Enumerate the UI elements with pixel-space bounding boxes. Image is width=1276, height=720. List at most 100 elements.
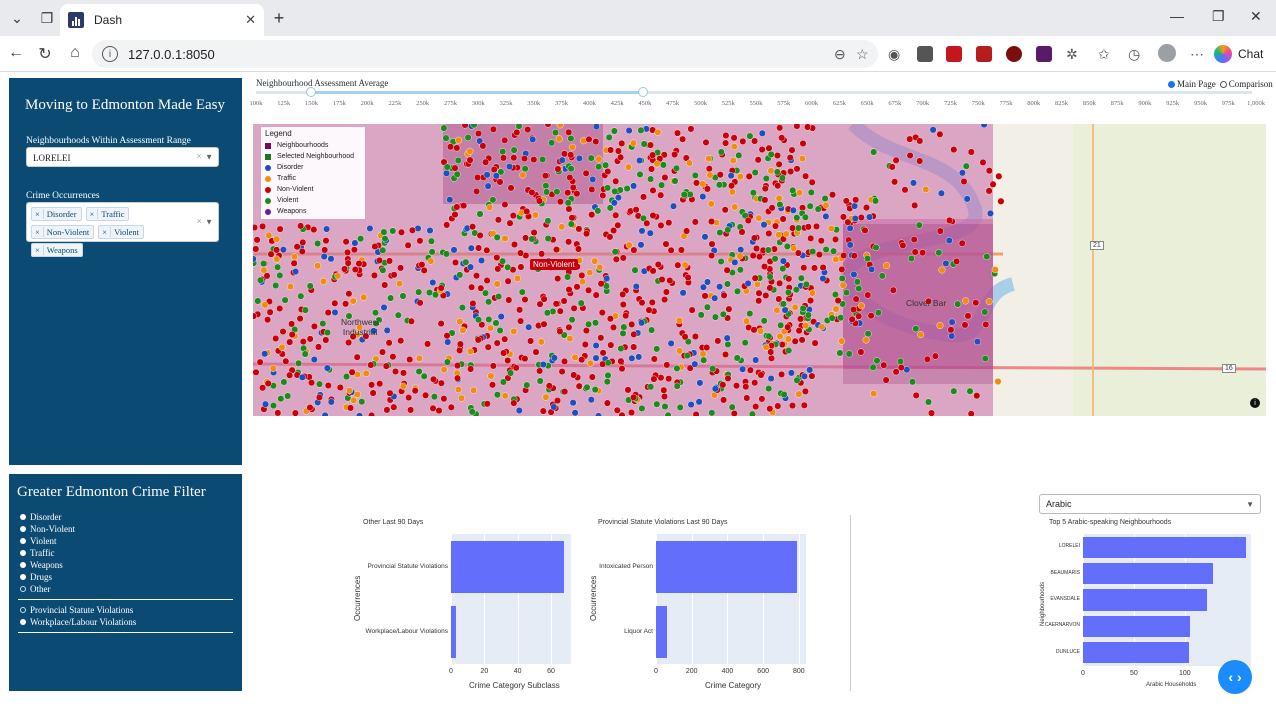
close-window-icon[interactable]: ✕ (1250, 8, 1262, 25)
crime-point (592, 319, 600, 327)
filter-option-drugs[interactable]: Drugs (20, 571, 242, 583)
filter-option-traffic[interactable]: Traffic (20, 547, 242, 559)
bar-intoxicated-person[interactable] (656, 540, 798, 593)
crime-point (538, 250, 546, 258)
crime-point (345, 290, 353, 298)
close-tab-icon[interactable]: ✕ (245, 12, 256, 28)
profile-avatar-icon[interactable] (1158, 44, 1176, 62)
browser-tab-dash[interactable]: Dash ✕ (60, 4, 264, 36)
crime-point (254, 297, 262, 305)
bar-beaumaris[interactable] (1083, 563, 1214, 585)
chart1-plot[interactable] (451, 534, 571, 664)
chart2-plot[interactable] (656, 534, 806, 664)
bar-caernarvon[interactable] (1083, 615, 1190, 637)
crime-point (688, 306, 696, 314)
copilot-chat-button[interactable]: Chat (1214, 42, 1263, 66)
crime-point (493, 391, 501, 399)
extensions-puzzle-icon[interactable]: ✲ (1066, 46, 1078, 63)
filter-option-disorder[interactable]: Disorder (20, 511, 242, 523)
crime-chip[interactable]: × Non-Violent (31, 225, 95, 239)
crime-chip[interactable]: × Violent (98, 225, 145, 239)
favorites-icon[interactable]: ✩ (1098, 46, 1110, 63)
filter-option-provincial-statute-violations[interactable]: Provincial Statute Violations (20, 604, 242, 616)
crime-point (610, 127, 618, 135)
crime-point (443, 163, 451, 171)
bar-workplace-labour-violations[interactable] (451, 605, 456, 658)
crime-point (558, 156, 566, 164)
restore-icon[interactable]: ❐ (1212, 8, 1225, 25)
crime-point (484, 182, 492, 190)
filter-option-non-violent[interactable]: Non-Violent (20, 523, 242, 535)
clear-icon[interactable]: × (196, 152, 202, 163)
bar-liquor-act[interactable] (656, 605, 667, 658)
crime-point (625, 241, 633, 249)
youtube-extension-icon[interactable] (946, 46, 962, 62)
extension-icon[interactable] (917, 46, 933, 62)
chart3-plot[interactable] (1083, 534, 1251, 666)
clear-all-icon[interactable]: × (196, 217, 202, 228)
filter-option-violent[interactable]: Violent (20, 535, 242, 547)
new-tab-icon[interactable]: + (266, 6, 292, 30)
crime-point (787, 168, 795, 176)
back-icon[interactable]: ← (5, 44, 27, 62)
chip-remove-icon[interactable]: × (87, 209, 99, 219)
crime-point (270, 402, 278, 410)
filter-option-workplace-labour-violations[interactable]: Workplace/Labour Violations (20, 616, 242, 628)
crime-chip[interactable]: × Weapons (31, 243, 83, 257)
history-icon[interactable]: ◷ (1128, 46, 1140, 63)
camera-icon[interactable]: ◉ (888, 46, 900, 63)
bar-provincial-statute-violations[interactable] (451, 540, 565, 593)
crime-point (982, 320, 990, 328)
tab-list-chevron-icon[interactable]: ⌄ (4, 6, 30, 30)
crime-map[interactable]: Legend Neighbourhoods Selected Neighbourh… (253, 124, 1266, 416)
ublock-icon[interactable] (1006, 46, 1022, 62)
chevron-down-icon[interactable]: ▼ (1246, 500, 1254, 509)
bar-dunluce[interactable] (1083, 642, 1189, 664)
code-toggle-button[interactable]: ‹ › (1218, 660, 1252, 694)
filter-option-weapons[interactable]: Weapons (20, 559, 242, 571)
chip-remove-icon[interactable]: × (99, 227, 112, 237)
main-page-radio[interactable] (1168, 80, 1175, 88)
crime-point (483, 171, 491, 179)
neighbourhood-dropdown[interactable]: LORELEI × ▼ (26, 147, 219, 167)
reload-icon[interactable]: ↻ (34, 44, 56, 64)
map-info-icon[interactable]: i (1250, 398, 1260, 408)
crime-point (575, 245, 583, 253)
crime-point (946, 216, 954, 224)
filter-option-other[interactable]: Other (20, 583, 242, 595)
chip-remove-icon[interactable]: × (32, 245, 44, 255)
crime-point (781, 306, 789, 314)
crime-point (427, 257, 435, 265)
crime-multiselect[interactable]: × Disorder × Traffic × Non-Violent × Violent × We… (26, 202, 219, 257)
crime-point (517, 249, 525, 257)
zoom-icon[interactable]: ⊖ (834, 46, 846, 63)
slider-handle-high[interactable] (638, 87, 648, 97)
home-icon[interactable]: ⌂ (64, 44, 86, 62)
bookmark-star-icon[interactable]: ☆ (856, 46, 869, 63)
bar-evansdale[interactable] (1083, 589, 1208, 611)
extension-red-icon[interactable] (976, 46, 992, 62)
slider-tick-label: 375k (555, 100, 569, 107)
slider-handle-low[interactable] (306, 87, 316, 97)
site-info-icon[interactable]: i (102, 46, 118, 62)
crime-point (587, 154, 595, 162)
language-dropdown[interactable]: Arabic ▼ (1039, 494, 1261, 514)
crime-point (817, 237, 825, 245)
extension-purple-icon[interactable] (1036, 46, 1052, 62)
crime-point (519, 171, 527, 179)
bar-lorelei[interactable] (1083, 536, 1246, 558)
minimize-icon[interactable]: — (1170, 8, 1184, 24)
crime-point (691, 171, 699, 179)
chevron-down-icon[interactable]: ▼ (205, 153, 213, 162)
chip-remove-icon[interactable]: × (32, 227, 44, 237)
crime-point (723, 266, 731, 274)
crime-chip[interactable]: × Traffic (85, 207, 130, 221)
comparison-radio[interactable] (1219, 80, 1227, 88)
crime-chip[interactable]: × Disorder (31, 207, 82, 221)
chevron-down-icon[interactable]: ▼ (205, 218, 213, 227)
workspaces-icon[interactable]: ❐ (34, 6, 60, 30)
omnibox[interactable]: i 127.0.0.1:8050 (92, 40, 878, 68)
crime-point (446, 143, 454, 151)
menu-dots-icon[interactable]: ⋯ (1190, 46, 1204, 63)
chip-remove-icon[interactable]: × (32, 209, 44, 219)
